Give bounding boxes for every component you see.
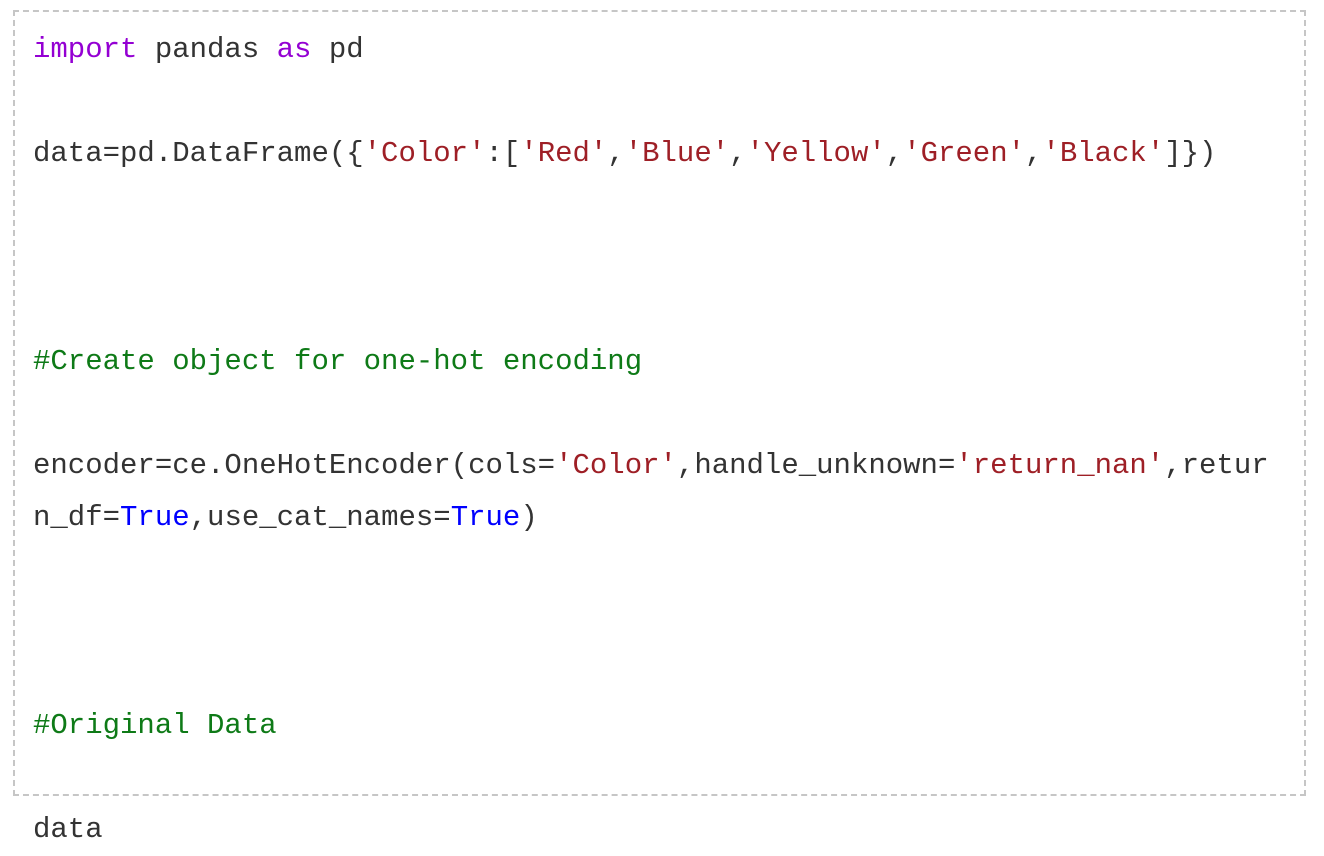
code-token-boolean: True xyxy=(450,501,521,534)
code-token-plain: data=pd.DataFrame({ xyxy=(33,137,364,170)
code-token-plain: ,retur xyxy=(1164,449,1269,482)
code-line-blank[interactable] xyxy=(33,544,1300,596)
code-token-plain: ) xyxy=(520,501,538,534)
code-token-plain: ,use_cat_names= xyxy=(189,501,451,534)
code-token-string: 'Color' xyxy=(555,449,677,482)
code-token-string: 'Green' xyxy=(903,137,1026,170)
code-token-boolean: True xyxy=(120,501,190,534)
code-line[interactable]: #Create object for one-hot encoding xyxy=(33,336,1300,388)
code-token-plain: , xyxy=(607,137,625,170)
code-token-string: 'Black' xyxy=(1042,137,1165,170)
code-token-plain: encoder=ce.OneHotEncoder(cols= xyxy=(33,449,556,482)
code-line[interactable]: encoder=ce.OneHotEncoder(cols='Color',ha… xyxy=(33,440,1300,492)
code-line-blank[interactable] xyxy=(33,284,1300,336)
code-token-plain: n_df= xyxy=(33,501,121,534)
code-token-string: 'Red' xyxy=(520,137,608,170)
code-token-string: 'return_nan' xyxy=(955,449,1165,482)
code-line-blank[interactable] xyxy=(33,180,1300,232)
code-line-blank[interactable] xyxy=(33,752,1300,804)
code-line[interactable]: import pandas as pd xyxy=(33,24,1300,76)
code-token-string: 'Color' xyxy=(363,137,486,170)
code-token-plain: ]}) xyxy=(1164,137,1217,170)
code-token-keyword: as xyxy=(276,33,312,66)
code-token-string: 'Blue' xyxy=(624,137,730,170)
code-line[interactable]: data=pd.DataFrame({'Color':['Red','Blue'… xyxy=(33,128,1300,180)
code-token-plain: ,handle_unknown= xyxy=(676,449,956,482)
code-line-blank[interactable] xyxy=(33,648,1300,700)
code-token-plain: , xyxy=(729,137,747,170)
code-line-blank[interactable] xyxy=(33,388,1300,440)
code-editor-content[interactable]: import pandas as pd data=pd.DataFrame({'… xyxy=(33,24,1300,856)
code-line-blank[interactable] xyxy=(33,596,1300,648)
code-line[interactable]: data xyxy=(33,804,1300,856)
code-line-blank[interactable] xyxy=(33,76,1300,128)
code-token-plain: :[ xyxy=(485,137,521,170)
code-token-comment: #Original Data xyxy=(33,709,277,742)
code-line[interactable]: #Original Data xyxy=(33,700,1300,752)
code-line-blank[interactable] xyxy=(33,232,1300,284)
code-cell[interactable]: import pandas as pd data=pd.DataFrame({'… xyxy=(13,10,1306,846)
code-token-plain: data xyxy=(33,813,103,846)
code-token-plain: , xyxy=(885,137,904,170)
code-token-keyword: import xyxy=(33,33,138,66)
code-token-string: 'Yellow' xyxy=(746,137,886,170)
code-token-plain: pd xyxy=(311,33,364,66)
code-line[interactable]: n_df=True,use_cat_names=True) xyxy=(33,492,1300,544)
code-token-plain: pandas xyxy=(137,33,277,66)
code-token-comment: #Create object for one-hot encoding xyxy=(33,345,643,378)
code-token-plain: , xyxy=(1025,137,1043,170)
